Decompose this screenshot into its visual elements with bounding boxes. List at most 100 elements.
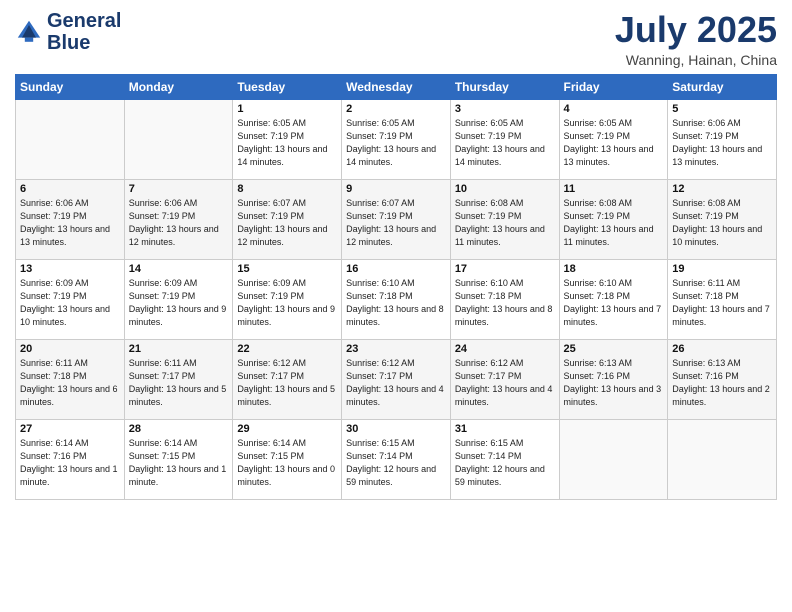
col-sunday: Sunday [16, 74, 125, 99]
day-info: Sunrise: 6:05 AM Sunset: 7:19 PM Dayligh… [564, 117, 664, 169]
table-row [16, 99, 125, 179]
table-row: 28Sunrise: 6:14 AM Sunset: 7:15 PM Dayli… [124, 419, 233, 499]
day-number: 27 [20, 423, 120, 435]
calendar-header-row: Sunday Monday Tuesday Wednesday Thursday… [16, 74, 777, 99]
col-monday: Monday [124, 74, 233, 99]
day-number: 21 [129, 343, 229, 355]
day-info: Sunrise: 6:12 AM Sunset: 7:17 PM Dayligh… [346, 357, 446, 409]
day-number: 22 [237, 343, 337, 355]
day-info: Sunrise: 6:06 AM Sunset: 7:19 PM Dayligh… [20, 197, 120, 249]
table-row [559, 419, 668, 499]
day-number: 6 [20, 183, 120, 195]
table-row: 4 Sunrise: 6:05 AM Sunset: 7:19 PM Daylig… [559, 99, 668, 179]
day-number: 24 [455, 343, 555, 355]
day-info: Sunrise: 6:13 AM Sunset: 7:16 PM Dayligh… [672, 357, 772, 409]
table-row: 8 Sunrise: 6:07 AM Sunset: 7:19 PM Daylig… [233, 179, 342, 259]
day-info: Sunrise: 6:08 AM Sunset: 7:19 PM Dayligh… [564, 197, 664, 249]
day-info: Sunrise: 6:13 AM Sunset: 7:16 PM Dayligh… [564, 357, 664, 409]
table-row: 20Sunrise: 6:11 AM Sunset: 7:18 PM Dayli… [16, 339, 125, 419]
location-subtitle: Wanning, Hainan, China [615, 52, 777, 68]
table-row: 21Sunrise: 6:11 AM Sunset: 7:17 PM Dayli… [124, 339, 233, 419]
day-number: 4 [564, 103, 664, 115]
table-row: 19Sunrise: 6:11 AM Sunset: 7:18 PM Dayli… [668, 259, 777, 339]
table-row: 10Sunrise: 6:08 AM Sunset: 7:19 PM Dayli… [450, 179, 559, 259]
table-row: 30 Sunrise: 6:15 AM Sunset: 7:14 PM Dayli… [342, 419, 451, 499]
header: General Blue July 2025 Wanning, Hainan, … [15, 10, 777, 68]
day-number: 12 [672, 183, 772, 195]
calendar-week-row: 6 Sunrise: 6:06 AM Sunset: 7:19 PM Daylig… [16, 179, 777, 259]
table-row: 3 Sunrise: 6:05 AM Sunset: 7:19 PM Daylig… [450, 99, 559, 179]
day-info: Sunrise: 6:09 AM Sunset: 7:19 PM Dayligh… [129, 277, 229, 329]
logo-general: General [47, 10, 121, 32]
table-row: 16 Sunrise: 6:10 AM Sunset: 7:18 PM Dayli… [342, 259, 451, 339]
day-info: Sunrise: 6:06 AM Sunset: 7:19 PM Dayligh… [129, 197, 229, 249]
day-number: 11 [564, 183, 664, 195]
table-row: 6 Sunrise: 6:06 AM Sunset: 7:19 PM Daylig… [16, 179, 125, 259]
day-info: Sunrise: 6:07 AM Sunset: 7:19 PM Dayligh… [237, 197, 337, 249]
day-info: Sunrise: 6:06 AM Sunset: 7:19 PM Dayligh… [672, 117, 772, 169]
day-info: Sunrise: 6:15 AM Sunset: 7:14 PM Dayligh… [455, 437, 555, 489]
day-number: 16 [346, 263, 446, 275]
table-row: 26 Sunrise: 6:13 AM Sunset: 7:16 PM Dayli… [668, 339, 777, 419]
col-saturday: Saturday [668, 74, 777, 99]
day-info: Sunrise: 6:09 AM Sunset: 7:19 PM Dayligh… [20, 277, 120, 329]
day-info: Sunrise: 6:14 AM Sunset: 7:16 PM Dayligh… [20, 437, 120, 489]
day-info: Sunrise: 6:14 AM Sunset: 7:15 PM Dayligh… [129, 437, 229, 489]
calendar-week-row: 13 Sunrise: 6:09 AM Sunset: 7:19 PM Dayli… [16, 259, 777, 339]
day-number: 3 [455, 103, 555, 115]
day-number: 26 [672, 343, 772, 355]
page: General Blue July 2025 Wanning, Hainan, … [0, 0, 792, 612]
day-number: 9 [346, 183, 446, 195]
day-number: 5 [672, 103, 772, 115]
table-row: 14 Sunrise: 6:09 AM Sunset: 7:19 PM Dayli… [124, 259, 233, 339]
table-row: 22 Sunrise: 6:12 AM Sunset: 7:17 PM Dayli… [233, 339, 342, 419]
day-info: Sunrise: 6:12 AM Sunset: 7:17 PM Dayligh… [455, 357, 555, 409]
table-row: 24 Sunrise: 6:12 AM Sunset: 7:17 PM Dayli… [450, 339, 559, 419]
calendar-week-row: 20Sunrise: 6:11 AM Sunset: 7:18 PM Dayli… [16, 339, 777, 419]
title-block: July 2025 Wanning, Hainan, China [615, 10, 777, 68]
day-number: 14 [129, 263, 229, 275]
col-tuesday: Tuesday [233, 74, 342, 99]
table-row: 15 Sunrise: 6:09 AM Sunset: 7:19 PM Dayli… [233, 259, 342, 339]
day-number: 15 [237, 263, 337, 275]
table-row [124, 99, 233, 179]
logo-icon [15, 18, 43, 46]
day-info: Sunrise: 6:05 AM Sunset: 7:19 PM Dayligh… [346, 117, 446, 169]
day-info: Sunrise: 6:12 AM Sunset: 7:17 PM Dayligh… [237, 357, 337, 409]
table-row: 23 Sunrise: 6:12 AM Sunset: 7:17 PM Dayli… [342, 339, 451, 419]
day-info: Sunrise: 6:10 AM Sunset: 7:18 PM Dayligh… [346, 277, 446, 329]
day-number: 8 [237, 183, 337, 195]
day-number: 13 [20, 263, 120, 275]
day-number: 2 [346, 103, 446, 115]
table-row: 25Sunrise: 6:13 AM Sunset: 7:16 PM Dayli… [559, 339, 668, 419]
day-number: 30 [346, 423, 446, 435]
day-info: Sunrise: 6:10 AM Sunset: 7:18 PM Dayligh… [564, 277, 664, 329]
day-number: 23 [346, 343, 446, 355]
day-info: Sunrise: 6:14 AM Sunset: 7:15 PM Dayligh… [237, 437, 337, 489]
col-friday: Friday [559, 74, 668, 99]
table-row: 31Sunrise: 6:15 AM Sunset: 7:14 PM Dayli… [450, 419, 559, 499]
day-info: Sunrise: 6:15 AM Sunset: 7:14 PM Dayligh… [346, 437, 446, 489]
table-row: 5 Sunrise: 6:06 AM Sunset: 7:19 PM Daylig… [668, 99, 777, 179]
logo-blue: Blue [47, 32, 90, 54]
table-row: 18 Sunrise: 6:10 AM Sunset: 7:18 PM Dayli… [559, 259, 668, 339]
calendar: Sunday Monday Tuesday Wednesday Thursday… [15, 74, 777, 500]
day-info: Sunrise: 6:07 AM Sunset: 7:19 PM Dayligh… [346, 197, 446, 249]
month-title: July 2025 [615, 10, 777, 50]
day-number: 17 [455, 263, 555, 275]
day-number: 1 [237, 103, 337, 115]
day-info: Sunrise: 6:05 AM Sunset: 7:19 PM Dayligh… [237, 117, 337, 169]
day-info: Sunrise: 6:09 AM Sunset: 7:19 PM Dayligh… [237, 277, 337, 329]
table-row: 11 Sunrise: 6:08 AM Sunset: 7:19 PM Dayli… [559, 179, 668, 259]
day-number: 20 [20, 343, 120, 355]
table-row: 9 Sunrise: 6:07 AM Sunset: 7:19 PM Daylig… [342, 179, 451, 259]
day-info: Sunrise: 6:05 AM Sunset: 7:19 PM Dayligh… [455, 117, 555, 169]
day-info: Sunrise: 6:11 AM Sunset: 7:18 PM Dayligh… [672, 277, 772, 329]
day-info: Sunrise: 6:08 AM Sunset: 7:19 PM Dayligh… [672, 197, 772, 249]
day-number: 10 [455, 183, 555, 195]
logo: General Blue [15, 10, 121, 54]
day-number: 18 [564, 263, 664, 275]
calendar-week-row: 1 Sunrise: 6:05 AM Sunset: 7:19 PM Daylig… [16, 99, 777, 179]
col-wednesday: Wednesday [342, 74, 451, 99]
day-number: 7 [129, 183, 229, 195]
